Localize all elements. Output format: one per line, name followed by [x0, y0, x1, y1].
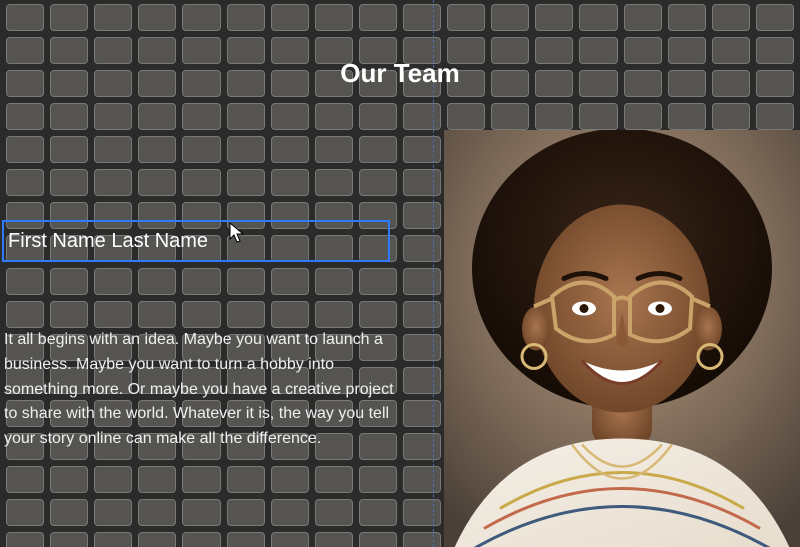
team-member-name-text: First Name Last Name [8, 230, 208, 253]
team-member-image[interactable] [444, 130, 800, 547]
portrait-photo-icon [444, 130, 800, 547]
team-member-name-field[interactable]: First Name Last Name [2, 220, 390, 262]
team-member-bio-text[interactable]: It all begins with an idea. Maybe you wa… [4, 328, 396, 452]
section-heading[interactable]: Our Team [0, 58, 800, 89]
